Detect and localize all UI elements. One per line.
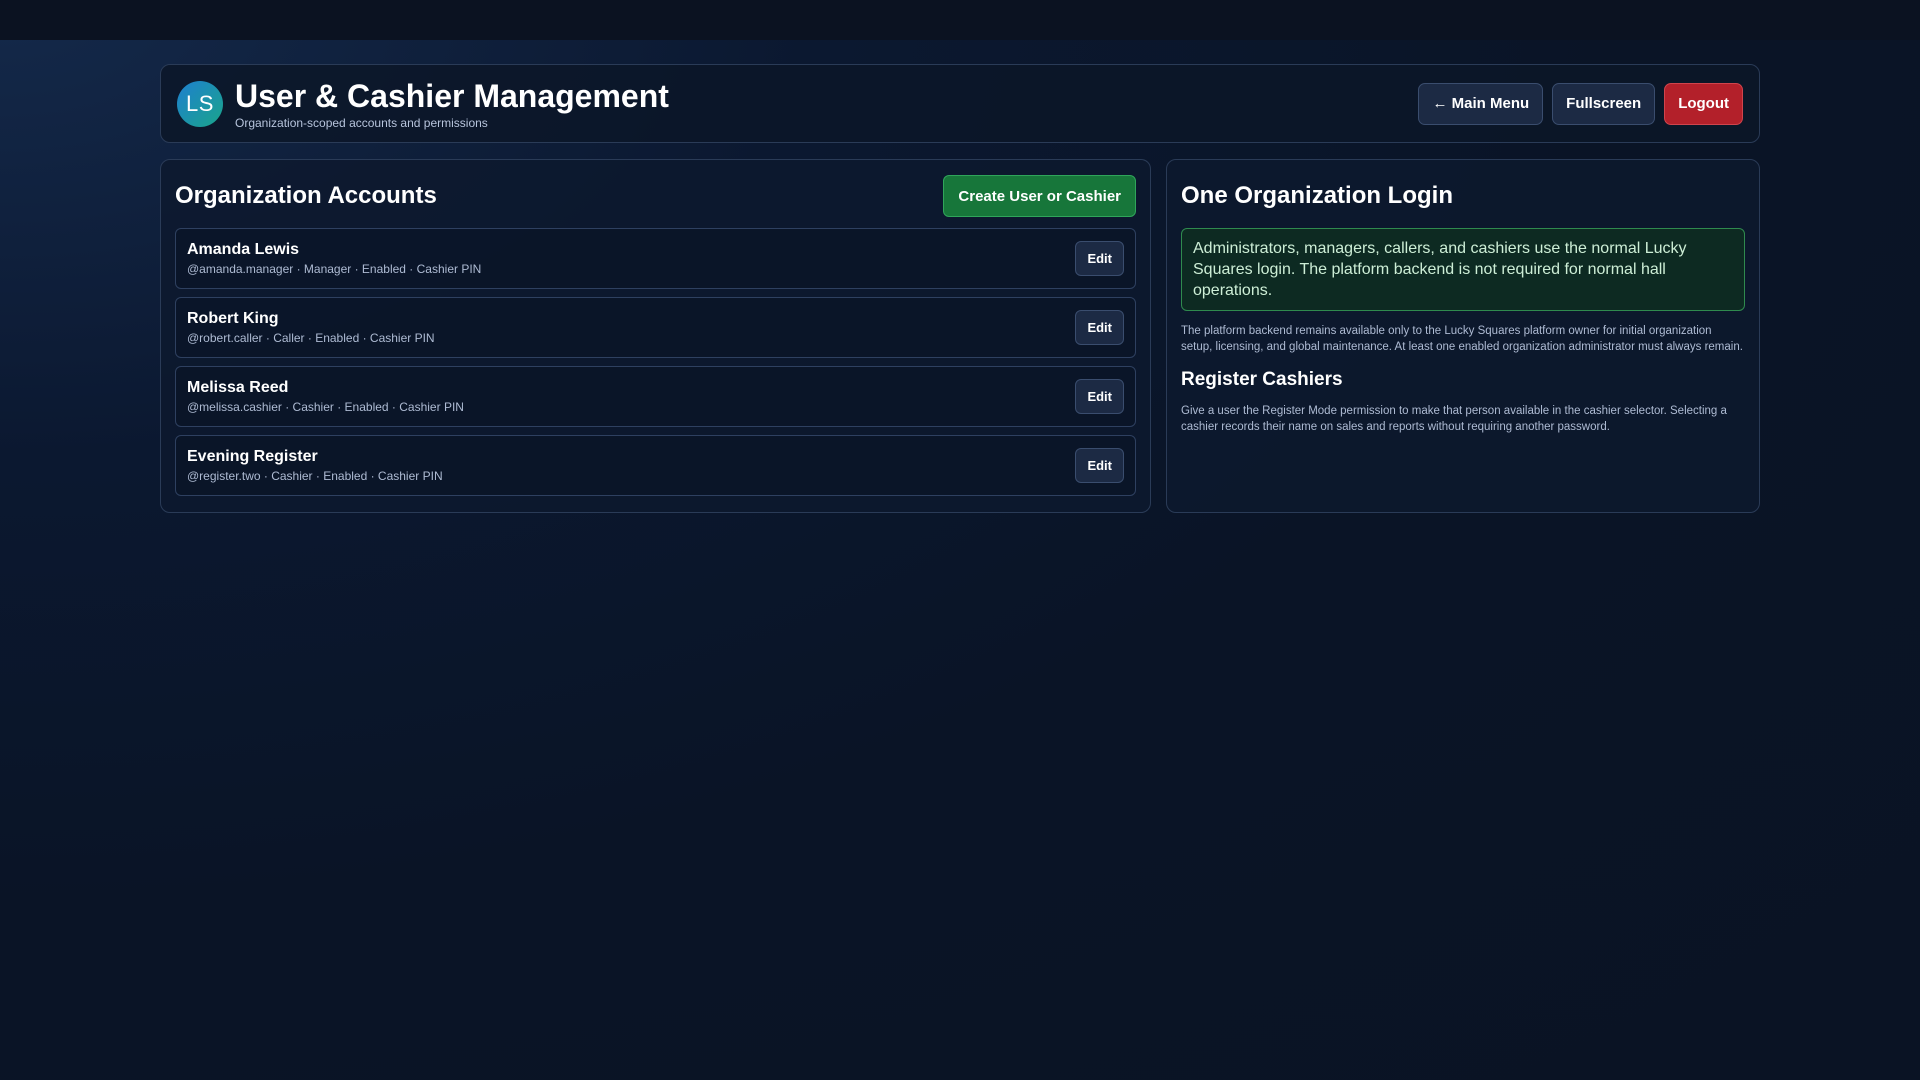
list-item: Robert King @robert.caller · Caller · En… [175,297,1136,358]
account-meta: @melissa.cashier · Cashier · Enabled · C… [187,400,464,414]
account-list: Amanda Lewis @amanda.manager · Manager ·… [175,228,1136,496]
account-info: Robert King @robert.caller · Caller · En… [187,310,435,345]
app-logo: LS [177,80,223,127]
account-name: Evening Register [187,448,318,465]
app-container: LS User & Cashier Management Organizatio… [160,64,1760,513]
edit-button[interactable]: Edit [1075,448,1124,483]
page-header: LS User & Cashier Management Organizatio… [160,64,1760,143]
account-info: Amanda Lewis @amanda.manager · Manager ·… [187,241,481,276]
info-panel-title: One Organization Login [1181,182,1453,209]
edit-button[interactable]: Edit [1075,310,1124,345]
edit-button[interactable]: Edit [1075,379,1124,414]
page-subtitle: Organization-scoped accounts and permiss… [235,115,488,130]
logout-button[interactable]: Logout [1664,82,1743,125]
info-panel: One Organization Login Administrators, m… [1166,159,1760,513]
account-info: Melissa Reed @melissa.cashier · Cashier … [187,379,464,414]
top-strip [0,0,1920,40]
page-title: User & Cashier Management [235,77,669,114]
account-info: Evening Register @register.two · Cashier… [187,448,443,483]
account-name: Melissa Reed [187,379,289,396]
accounts-panel-title: Organization Accounts [175,182,437,209]
content-row: Organization Accounts Create User or Cas… [160,159,1760,513]
account-meta: @register.two · Cashier · Enabled · Cash… [187,469,443,483]
backend-note: The platform backend remains available o… [1181,325,1743,353]
list-item: Evening Register @register.two · Cashier… [175,435,1136,496]
list-item: Amanda Lewis @amanda.manager · Manager ·… [175,228,1136,289]
login-notice: Administrators, managers, callers, and c… [1181,228,1745,311]
info-panel-header: One Organization Login [1181,174,1745,218]
title-block: User & Cashier Management Organization-s… [235,78,669,130]
main-menu-button[interactable]: ← Main Menu [1418,82,1544,125]
accounts-panel-header: Organization Accounts Create User or Cas… [175,174,1136,218]
header-actions: ← Main Menu Fullscreen Logout [1418,82,1743,125]
accounts-panel: Organization Accounts Create User or Cas… [160,159,1151,513]
list-item: Melissa Reed @melissa.cashier · Cashier … [175,366,1136,427]
register-cashiers-title: Register Cashiers [1181,369,1343,390]
account-name: Amanda Lewis [187,241,300,258]
fullscreen-button[interactable]: Fullscreen [1552,82,1656,125]
register-cashiers-text: Give a user the Register Mode permission… [1181,405,1727,433]
account-meta: @robert.caller · Caller · Enabled · Cash… [187,331,435,345]
create-user-button[interactable]: Create User or Cashier [943,175,1136,217]
account-meta: @amanda.manager · Manager · Enabled · Ca… [187,262,482,276]
edit-button[interactable]: Edit [1075,241,1124,276]
account-name: Robert King [187,310,279,327]
